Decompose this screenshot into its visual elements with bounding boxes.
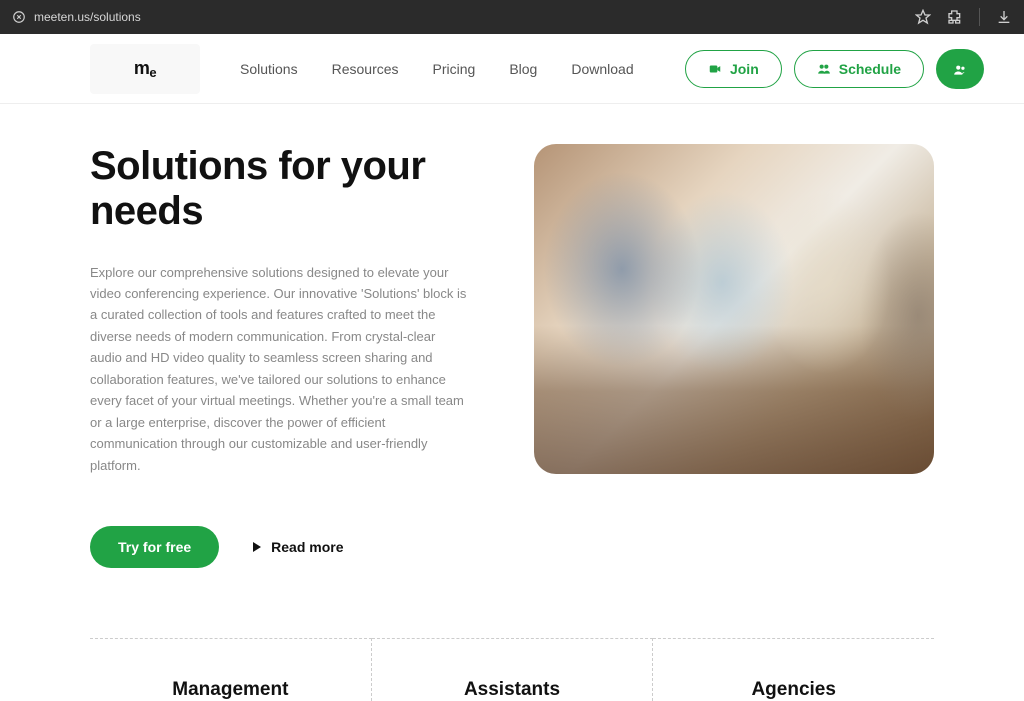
hero-actions: Try for free Read more (90, 526, 470, 568)
category-title: Management (100, 679, 361, 701)
nav-pricing[interactable]: Pricing (433, 61, 476, 77)
play-icon (253, 542, 261, 552)
nav-resources[interactable]: Resources (332, 61, 399, 77)
people-icon (953, 62, 967, 76)
category-title: Assistants (382, 679, 643, 701)
extensions-icon[interactable] (947, 9, 963, 25)
main-nav: Solutions Resources Pricing Blog Downloa… (240, 61, 634, 77)
try-for-free-button[interactable]: Try for free (90, 526, 219, 568)
schedule-label: Schedule (839, 61, 901, 77)
logo-sub: e (149, 65, 156, 80)
page-title: Solutions for your needs (90, 144, 470, 234)
bookmark-star-icon[interactable] (915, 9, 931, 25)
hero-media (500, 144, 934, 568)
nav-solutions[interactable]: Solutions (240, 61, 298, 77)
categories-row: Management Assistants Agencies (90, 638, 934, 701)
join-label: Join (730, 61, 759, 77)
nav-blog[interactable]: Blog (509, 61, 537, 77)
schedule-button[interactable]: Schedule (794, 50, 924, 88)
hero-content: Solutions for your needs Explore our com… (90, 144, 470, 568)
site-header: me Solutions Resources Pricing Blog Down… (0, 34, 1024, 104)
site-info-icon[interactable] (12, 10, 26, 24)
hero-description: Explore our comprehensive solutions desi… (90, 262, 470, 476)
logo[interactable]: me (90, 44, 200, 94)
category-title: Agencies (663, 679, 924, 701)
category-agencies[interactable]: Agencies (653, 638, 934, 701)
url-wrap[interactable]: meeten.us/solutions (12, 10, 141, 24)
category-assistants[interactable]: Assistants (372, 638, 654, 701)
join-icon (708, 62, 722, 76)
hero-section: Solutions for your needs Explore our com… (0, 104, 1024, 588)
separator (979, 8, 980, 26)
download-icon[interactable] (996, 9, 1012, 25)
nav-download[interactable]: Download (571, 61, 633, 77)
join-button[interactable]: Join (685, 50, 782, 88)
logo-main: m (134, 58, 150, 78)
read-more-label: Read more (271, 539, 343, 555)
read-more-link[interactable]: Read more (253, 539, 343, 555)
url-text[interactable]: meeten.us/solutions (34, 10, 141, 24)
browser-actions (915, 8, 1012, 26)
browser-address-bar: meeten.us/solutions (0, 0, 1024, 34)
header-actions: Join Schedule (685, 49, 984, 89)
schedule-icon (817, 62, 831, 76)
people-button[interactable] (936, 49, 984, 89)
category-management[interactable]: Management (90, 638, 372, 701)
hero-image (534, 144, 934, 474)
